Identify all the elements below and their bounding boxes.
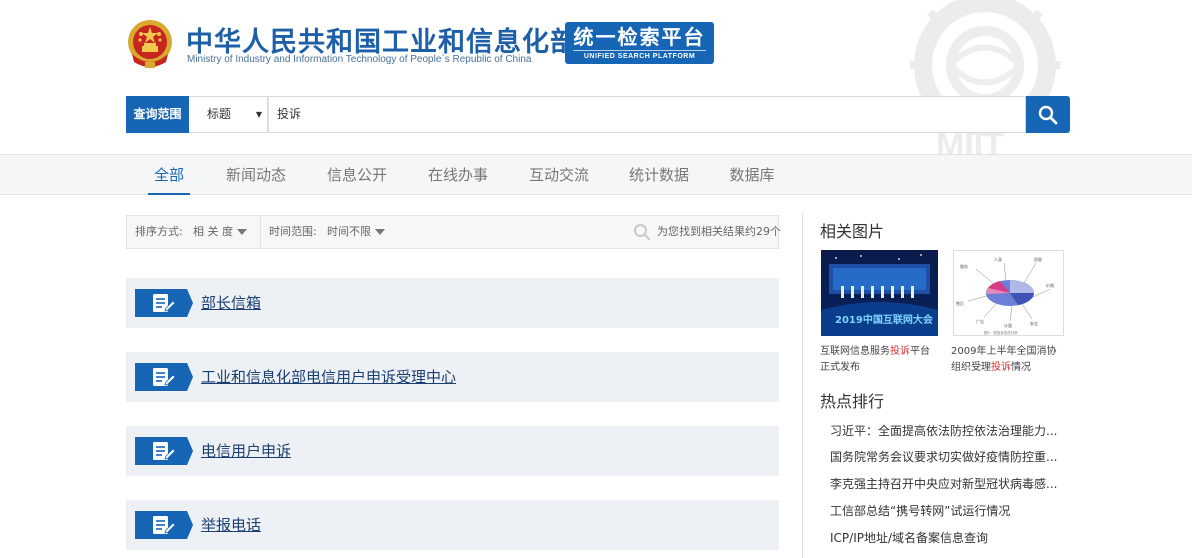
result-item: 工业和信息化部电信用户申诉受理中心 <box>126 352 779 402</box>
caret-down-icon <box>375 229 385 235</box>
time-dropdown[interactable]: 时间不限 <box>327 216 385 248</box>
time-value: 时间不限 <box>327 225 371 238</box>
search-results-page: MIIT 中华人民共和国工业和信息化部 Ministry of Industry… <box>0 0 1192 558</box>
national-emblem-icon <box>128 20 172 68</box>
sort-label: 排序方式: <box>135 225 183 238</box>
svg-text:售后: 售后 <box>956 300 964 306</box>
result-item: 电信用户申诉 <box>126 426 779 476</box>
svg-text:价格: 价格 <box>1046 282 1054 288</box>
document-icon <box>135 363 193 391</box>
hot-ranking-item[interactable]: 工信部总结“携号转网”试运行情况 <box>830 502 1010 519</box>
caption-text: 互联网信息服务 <box>820 346 890 357</box>
svg-text:计量: 计量 <box>1004 322 1012 328</box>
document-icon <box>135 289 193 317</box>
related-image-stage[interactable]: 2019中国互联网大会 <box>821 250 938 336</box>
search-bar: 查询范围 标题 ▼ 投诉 <box>126 96 1070 133</box>
related-image-chart[interactable]: 服务 人身 质量 价格售后广告 计量 安全 图1：按投诉性质分析 <box>953 250 1064 336</box>
result-count: 为您找到相关结果约29个 <box>657 225 781 238</box>
svg-text:安全: 安全 <box>1030 320 1038 326</box>
platform-badge: 统一检索平台 UNIFIED SEARCH PLATFORM <box>565 22 714 64</box>
site-header: MIIT 中华人民共和国工业和信息化部 Ministry of Industry… <box>0 0 1192 154</box>
search-input[interactable]: 投诉 <box>268 96 1026 133</box>
result-item: 举报电话 <box>126 500 779 550</box>
caret-down-icon: ▼ <box>255 110 262 119</box>
tab-online-services[interactable]: 在线办事 <box>422 155 494 195</box>
svg-text:人身: 人身 <box>994 256 1002 262</box>
sidebar-divider <box>802 213 803 558</box>
document-icon <box>135 437 193 465</box>
magnifier-icon <box>634 224 651 241</box>
tab-interaction[interactable]: 互动交流 <box>523 155 595 195</box>
scope-label: 查询范围 <box>126 96 189 133</box>
caret-down-icon <box>237 229 247 235</box>
svg-text:质量: 质量 <box>1034 256 1042 262</box>
sort-value: 相 关 度 <box>193 225 233 238</box>
platform-subtitle: UNIFIED SEARCH PLATFORM <box>583 53 696 60</box>
svg-text:广告: 广告 <box>976 318 984 324</box>
related-image-caption[interactable]: 互联网信息服务投诉平台正式发布 <box>820 344 932 376</box>
document-icon <box>135 511 193 539</box>
search-button[interactable] <box>1026 96 1070 133</box>
site-subtitle: Ministry of Industry and Information Tec… <box>187 54 532 65</box>
related-image-caption[interactable]: 2009年上半年全国消协组织受理投诉情况 <box>951 344 1063 376</box>
caption-highlight: 投诉 <box>890 346 910 357</box>
caption-text: 情况 <box>1011 362 1031 373</box>
result-item: 部长信箱 <box>126 278 779 328</box>
filter-divider <box>260 216 261 248</box>
search-icon <box>1038 105 1058 125</box>
filter-bar: 排序方式: 相 关 度 时间范围: 时间不限 为您找到相关结果约29个 <box>126 215 781 249</box>
svg-text:图1：按投诉性质分析: 图1：按投诉性质分析 <box>984 330 1018 335</box>
tab-statistics[interactable]: 统计数据 <box>623 155 695 195</box>
sort-dropdown[interactable]: 相 关 度 <box>193 216 247 248</box>
related-images-heading: 相关图片 <box>820 222 885 241</box>
scope-select-value: 标题 <box>207 107 232 121</box>
stage-event-photo: 2019中国互联网大会 <box>821 250 938 336</box>
caption-highlight: 投诉 <box>991 362 1011 373</box>
category-nav: 全部 新闻动态 信息公开 在线办事 互动交流 统计数据 数据库 <box>0 154 1192 195</box>
hot-ranking-item[interactable]: 国务院常务会议要求切实做好疫情防控重... <box>830 448 1057 465</box>
tab-database[interactable]: 数据库 <box>723 155 781 195</box>
pie-chart-thumbnail: 服务 人身 质量 价格售后广告 计量 安全 图1：按投诉性质分析 <box>956 256 1054 335</box>
svg-text:2019中国互联网大会: 2019中国互联网大会 <box>835 313 933 326</box>
platform-title: 统一检索平台 <box>573 25 706 51</box>
result-link[interactable]: 举报电话 <box>201 500 261 550</box>
tab-all[interactable]: 全部 <box>148 155 190 195</box>
result-link[interactable]: 工业和信息化部电信用户申诉受理中心 <box>201 352 456 402</box>
result-link[interactable]: 电信用户申诉 <box>201 426 291 476</box>
tab-news[interactable]: 新闻动态 <box>220 155 292 195</box>
svg-text:服务: 服务 <box>960 263 968 269</box>
hot-ranking-item[interactable]: ICP/IP地址/域名备案信息查询 <box>830 529 988 546</box>
scope-select[interactable]: 标题 ▼ <box>189 96 268 133</box>
result-link[interactable]: 部长信箱 <box>201 278 261 328</box>
tab-info-disclosure[interactable]: 信息公开 <box>321 155 393 195</box>
hot-ranking-item[interactable]: 习近平：全面提高依法防控依法治理能力... <box>830 422 1057 439</box>
hot-ranking-item[interactable]: 李克强主持召开中央应对新型冠状病毒感... <box>830 475 1057 492</box>
time-label: 时间范围: <box>269 225 317 238</box>
hot-ranking-heading: 热点排行 <box>820 392 885 411</box>
